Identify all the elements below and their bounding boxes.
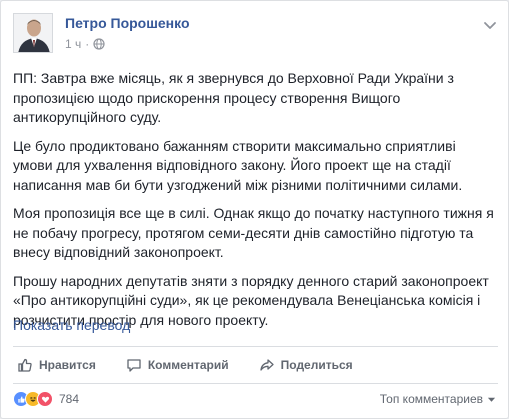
show-translation-link[interactable]: Показать перевод: [13, 317, 130, 333]
comment-label: Комментарий: [147, 358, 229, 372]
globe-icon: [93, 38, 105, 50]
share-label: Поделиться: [280, 358, 353, 372]
reactions-summary[interactable]: 784: [13, 391, 79, 407]
post-paragraph: ПП: Завтра вже місяць, як я звернувся до…: [13, 70, 454, 125]
post-paragraph: Це було продиктовано бажанням створити м…: [13, 137, 463, 193]
author-avatar[interactable]: [13, 13, 53, 53]
avatar-image: [14, 14, 52, 52]
thumbs-up-icon: [18, 358, 32, 372]
comment-icon: [127, 359, 141, 372]
author-name[interactable]: Петро Порошенко: [65, 15, 190, 31]
comments-filter-label: Топ комментариев: [379, 392, 483, 406]
post-actions: Нравится Комментарий Поделиться: [13, 349, 498, 381]
comment-button[interactable]: Комментарий: [126, 357, 229, 373]
actions-divider-top: [13, 346, 498, 347]
like-label: Нравится: [39, 358, 96, 372]
share-button[interactable]: Поделиться: [259, 357, 353, 373]
comments-filter-dropdown[interactable]: Топ комментариев: [380, 392, 496, 406]
chevron-down-icon[interactable]: [482, 17, 498, 33]
post-card: Петро Порошенко 1 ч · ПП: Завтра вже міс…: [0, 0, 509, 419]
reactions-count: 784: [59, 392, 80, 406]
actions-divider-bottom: [13, 383, 498, 384]
post-paragraph: Моя пропозиція все ще в силі. Однак якщо…: [13, 205, 494, 260]
post-time[interactable]: 1 ч: [65, 37, 81, 51]
meta-separator: ·: [85, 37, 90, 51]
love-icon: [37, 391, 53, 407]
post-body: ПП: Завтра вже місяць, як я звернувся до…: [13, 69, 498, 339]
share-icon: [259, 359, 274, 371]
post-meta: 1 ч ·: [65, 37, 105, 51]
like-button[interactable]: Нравится: [17, 357, 96, 373]
caret-down-icon: [487, 397, 496, 402]
post-header: Петро Порошенко 1 ч ·: [13, 13, 498, 57]
